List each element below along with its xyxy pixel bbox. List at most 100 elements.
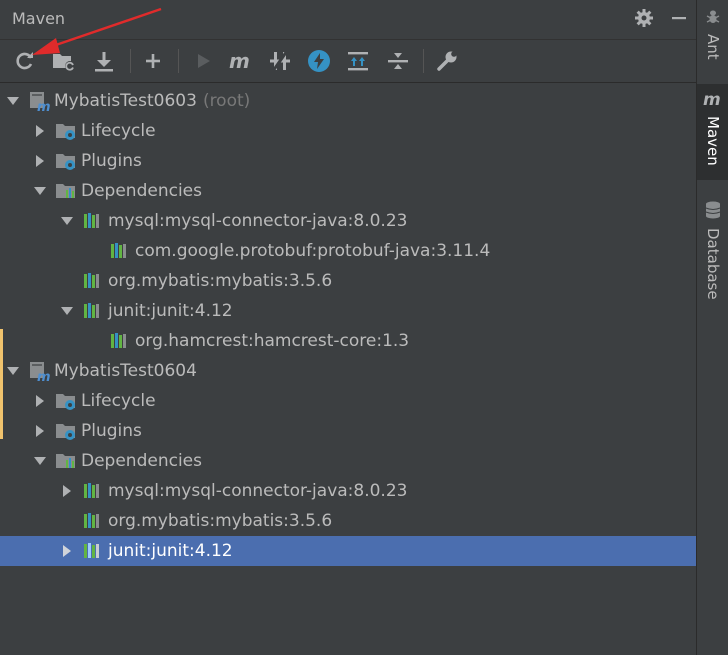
library-icon — [82, 210, 104, 232]
tree-row-label: Plugins — [81, 421, 142, 441]
tree-row-label: junit:junit:4.12 — [108, 301, 233, 321]
maven-module-icon: m — [28, 90, 50, 112]
collapsed-arrow-icon[interactable] — [33, 154, 47, 168]
tool-window-title: Maven — [12, 9, 66, 28]
generate-sources-button[interactable] — [50, 47, 78, 75]
tree-row-project[interactable]: m MybatisTest0604 — [0, 356, 702, 386]
collapse-all-icon — [388, 53, 408, 69]
expand-all-icon — [348, 52, 368, 71]
skip-tests-button[interactable] — [305, 47, 333, 75]
maven-module-icon: m — [28, 360, 50, 382]
tree-row-dependency[interactable]: org.hamcrest:hamcrest-core:1.3 — [0, 326, 728, 356]
expanded-arrow-icon[interactable] — [33, 454, 47, 468]
right-tool-window-stripe: Ant m Maven Database — [696, 0, 728, 655]
run-icon — [198, 54, 210, 68]
gear-icon[interactable] — [634, 8, 654, 28]
tree-row-dependencies[interactable]: Dependencies — [0, 176, 728, 206]
maven-m-icon: m — [702, 90, 724, 112]
tool-window-header: Maven — [0, 0, 696, 40]
tree-row-dependency[interactable]: com.google.protobuf:protobuf-java:3.11.4 — [0, 236, 728, 266]
tree-row-dependency[interactable]: org.mybatis:mybatis:3.5.6 — [0, 266, 728, 296]
plus-icon — [146, 54, 160, 68]
tree-row-label: junit:junit:4.12 — [108, 541, 233, 561]
folder-refresh-icon — [53, 54, 75, 71]
tree-row-label: MybatisTest0603 — [54, 91, 197, 111]
collapsed-arrow-icon[interactable] — [33, 124, 47, 138]
svg-text:m: m — [229, 50, 250, 72]
download-sources-button[interactable] — [90, 47, 118, 75]
library-icon — [109, 240, 131, 262]
maven-tab[interactable]: m Maven — [697, 84, 728, 180]
collapse-all-button[interactable] — [384, 47, 412, 75]
tree-row-label: com.google.protobuf:protobuf-java:3.11.4 — [135, 241, 491, 261]
maven-settings-button[interactable] — [433, 47, 461, 75]
ant-icon — [704, 8, 722, 30]
tree-row-label: org.mybatis:mybatis:3.5.6 — [108, 511, 333, 531]
expanded-arrow-icon[interactable] — [60, 214, 74, 228]
side-tab-label: Maven — [704, 116, 722, 166]
maven-m-icon: m — [229, 50, 250, 72]
collapsed-arrow-icon[interactable] — [60, 544, 74, 558]
tree-row-dependencies[interactable]: Dependencies — [0, 446, 728, 476]
side-tab-label: Database — [704, 228, 722, 300]
tree-row-dependency[interactable]: junit:junit:4.12 — [0, 296, 728, 326]
download-icon — [95, 52, 113, 72]
lightning-icon — [308, 50, 330, 72]
tree-row-label: Lifecycle — [81, 121, 156, 141]
tree-row-lifecycle[interactable]: Lifecycle — [0, 386, 728, 416]
maven-toolbar: m — [0, 40, 696, 83]
wrench-icon — [437, 51, 457, 71]
library-icon — [82, 300, 104, 322]
library-icon — [82, 480, 104, 502]
collapsed-arrow-icon[interactable] — [60, 484, 74, 498]
svg-text:m: m — [37, 370, 50, 382]
svg-text:m: m — [37, 100, 50, 112]
tree-row-dependency[interactable]: mysql:mysql-connector-java:8.0.23 — [0, 206, 728, 236]
folder-library-icon — [55, 180, 77, 202]
tree-row-label: Lifecycle — [81, 391, 156, 411]
add-maven-project-button[interactable] — [139, 47, 167, 75]
execute-maven-goal-button[interactable]: m — [226, 47, 254, 75]
tree-row-dependency[interactable]: mysql:mysql-connector-java:8.0.23 — [0, 476, 728, 506]
tree-row-label: Dependencies — [81, 181, 202, 201]
refresh-icon — [16, 52, 33, 70]
tree-row-project[interactable]: m MybatisTest0603 (root) — [0, 86, 702, 116]
tree-row-label: Plugins — [81, 151, 142, 171]
folder-gear-icon — [55, 120, 77, 142]
expanded-arrow-icon[interactable] — [60, 304, 74, 318]
database-tab[interactable]: Database — [697, 200, 728, 300]
run-maven-build-button[interactable] — [189, 47, 217, 75]
collapsed-arrow-icon[interactable] — [33, 394, 47, 408]
tree-row-label: mysql:mysql-connector-java:8.0.23 — [108, 481, 408, 501]
maven-projects-tree: m MybatisTest0603 (root) Lifecycle Plugi… — [0, 84, 728, 655]
root-suffix: (root) — [202, 91, 251, 111]
library-icon — [82, 540, 104, 562]
tree-row-plugins[interactable]: Plugins — [0, 146, 728, 176]
minimize-icon[interactable] — [670, 8, 688, 28]
ant-tab[interactable]: Ant — [697, 8, 728, 60]
folder-gear-icon — [55, 420, 77, 442]
tree-row-lifecycle[interactable]: Lifecycle — [0, 116, 728, 146]
tree-row-label: Dependencies — [81, 451, 202, 471]
toggle-offline-mode-button[interactable] — [266, 47, 294, 75]
expanded-arrow-icon[interactable] — [33, 184, 47, 198]
database-icon — [704, 200, 722, 224]
show-dependencies-button[interactable] — [344, 47, 372, 75]
expanded-arrow-icon[interactable] — [6, 364, 20, 378]
svg-text:m: m — [703, 90, 721, 108]
tree-row-dependency[interactable]: org.mybatis:mybatis:3.5.6 — [0, 506, 728, 536]
folder-gear-icon — [55, 390, 77, 412]
expanded-arrow-icon[interactable] — [6, 94, 20, 108]
library-icon — [82, 270, 104, 292]
reload-all-maven-projects-button[interactable] — [11, 47, 39, 75]
tree-row-label: mysql:mysql-connector-java:8.0.23 — [108, 211, 408, 231]
offline-icon — [270, 50, 290, 72]
tree-row-plugins[interactable]: Plugins — [0, 416, 728, 446]
library-icon — [109, 330, 131, 352]
tree-row-label: org.hamcrest:hamcrest-core:1.3 — [135, 331, 410, 351]
tree-row-dependency-selected[interactable]: junit:junit:4.12 — [0, 536, 728, 566]
side-tab-label: Ant — [704, 34, 722, 60]
tree-row-label: MybatisTest0604 — [54, 361, 197, 381]
tree-row-label: org.mybatis:mybatis:3.5.6 — [108, 271, 333, 291]
collapsed-arrow-icon[interactable] — [33, 424, 47, 438]
